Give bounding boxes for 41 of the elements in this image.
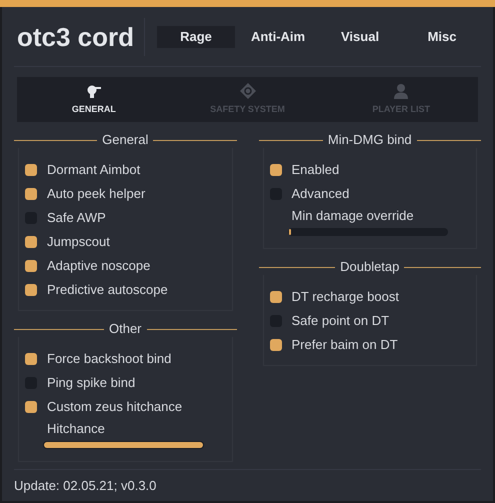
checkbox-label: Advanced — [292, 185, 350, 204]
gunman-icon — [86, 82, 102, 99]
checkbox-label: Force backshoot bind — [47, 350, 172, 368]
checkbox[interactable] — [270, 164, 282, 176]
tab[interactable]: Rage — [157, 26, 236, 48]
checkbox-label: Jumpscout — [47, 233, 110, 252]
app-title: otc3 cord — [14, 18, 146, 56]
group-title: General — [102, 131, 148, 150]
checkbox-label: Safe point on DT — [292, 312, 390, 330]
checkbox-label: Dormant Aimbot — [47, 161, 140, 180]
checkbox[interactable] — [270, 291, 282, 303]
slider-label: Hitchance — [47, 420, 106, 438]
slider-label: Min damage override — [292, 207, 415, 225]
checkbox-label: Safe AWP — [47, 209, 106, 228]
checkbox-label: Auto peek helper — [47, 185, 146, 204]
user-icon — [393, 82, 410, 99]
checkbox[interactable] — [25, 401, 37, 413]
group-title: Other — [109, 320, 142, 338]
crosshair-icon — [240, 82, 256, 99]
checkbox-label: Adaptive noscope — [47, 257, 150, 276]
checkbox-label: Prefer baim on DT — [292, 336, 398, 354]
tab[interactable]: Visual — [321, 26, 400, 48]
checkbox[interactable] — [25, 284, 37, 296]
checkbox-label: Ping spike bind — [47, 374, 136, 392]
checkbox[interactable] — [25, 353, 37, 365]
checkbox-label: Enabled — [292, 161, 340, 180]
checkbox[interactable] — [25, 260, 37, 272]
checkbox-label: Predictive autoscope — [47, 281, 168, 300]
checkbox-label: Custom zeus hitchance — [47, 398, 182, 416]
checkbox[interactable] — [25, 164, 37, 176]
group-title: Min-DMG bind — [328, 131, 412, 150]
group-title: Doubletap — [340, 258, 400, 276]
version-text: Update: 02.05.21; v0.3.0 — [14, 476, 156, 495]
subtab[interactable]: GENERAL — [17, 77, 171, 122]
checkbox[interactable] — [25, 236, 37, 248]
tab[interactable]: Misc — [403, 26, 482, 48]
tab[interactable]: Anti-Aim — [239, 26, 318, 48]
checkbox[interactable] — [25, 188, 37, 200]
checkbox[interactable] — [270, 339, 282, 351]
slider-track[interactable] — [288, 228, 448, 236]
checkbox-label: DT recharge boost — [292, 288, 399, 306]
